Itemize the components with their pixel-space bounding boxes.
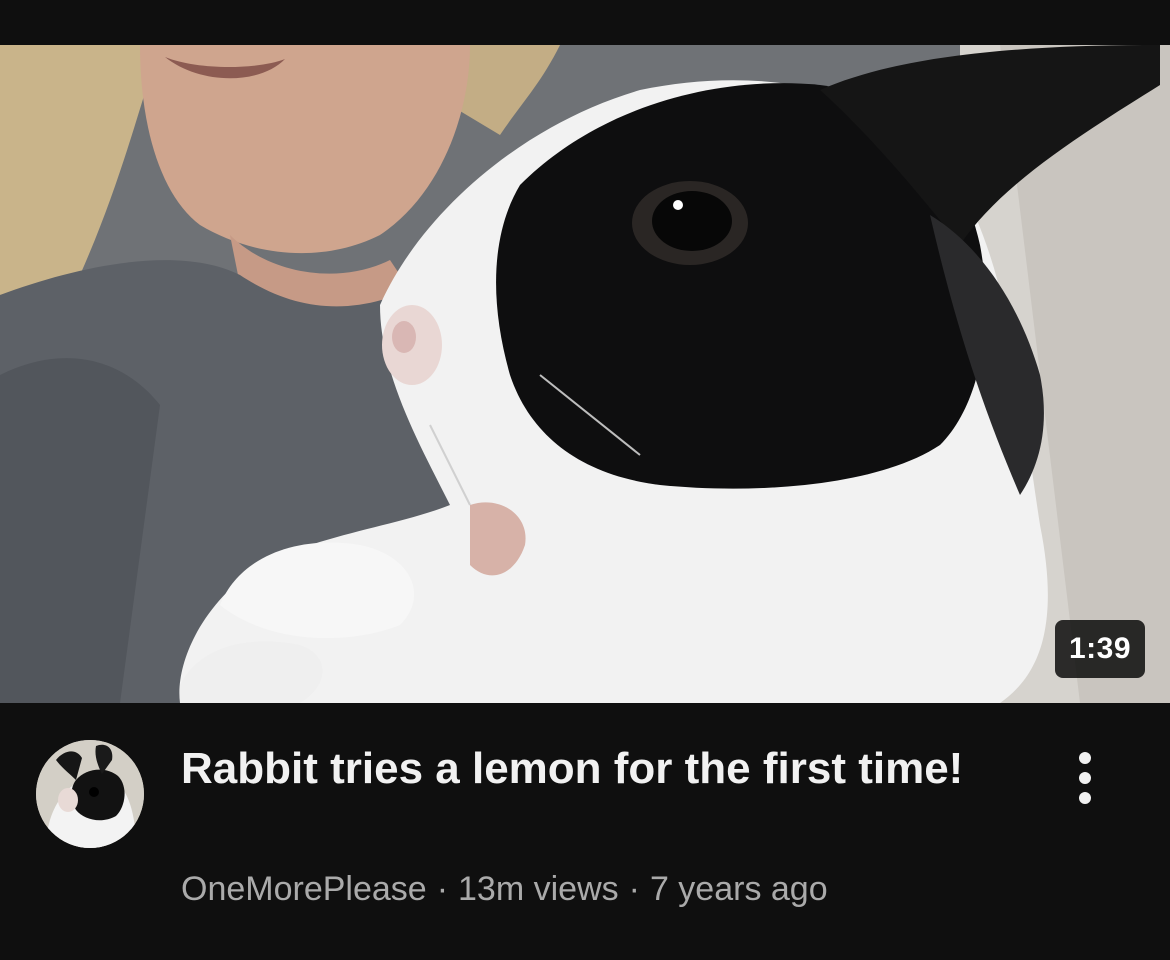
upload-age: 7 years ago [649,870,828,908]
video-title[interactable]: Rabbit tries a lemon for the first time! [181,739,981,799]
rabbit-thumbnail-image [0,45,1170,703]
more-vertical-icon [1079,792,1091,804]
more-vertical-icon [1079,752,1091,764]
channel-name[interactable]: OneMorePlease [181,870,427,908]
channel-avatar[interactable] [36,740,144,848]
rabbit-avatar-image [36,740,144,848]
duration-badge: 1:39 [1054,620,1145,678]
top-strip [0,0,1170,45]
video-thumbnail[interactable]: 1:39 [0,45,1170,703]
more-options-button[interactable] [1060,743,1110,813]
view-count: 13m views [458,870,619,908]
video-subline: OneMorePlease · 13m views · 7 years ago [181,869,828,909]
video-meta: Rabbit tries a lemon for the first time!… [0,703,1170,960]
separator-dot: · [436,870,449,908]
more-vertical-icon [1079,772,1091,784]
separator-dot: · [628,870,640,908]
